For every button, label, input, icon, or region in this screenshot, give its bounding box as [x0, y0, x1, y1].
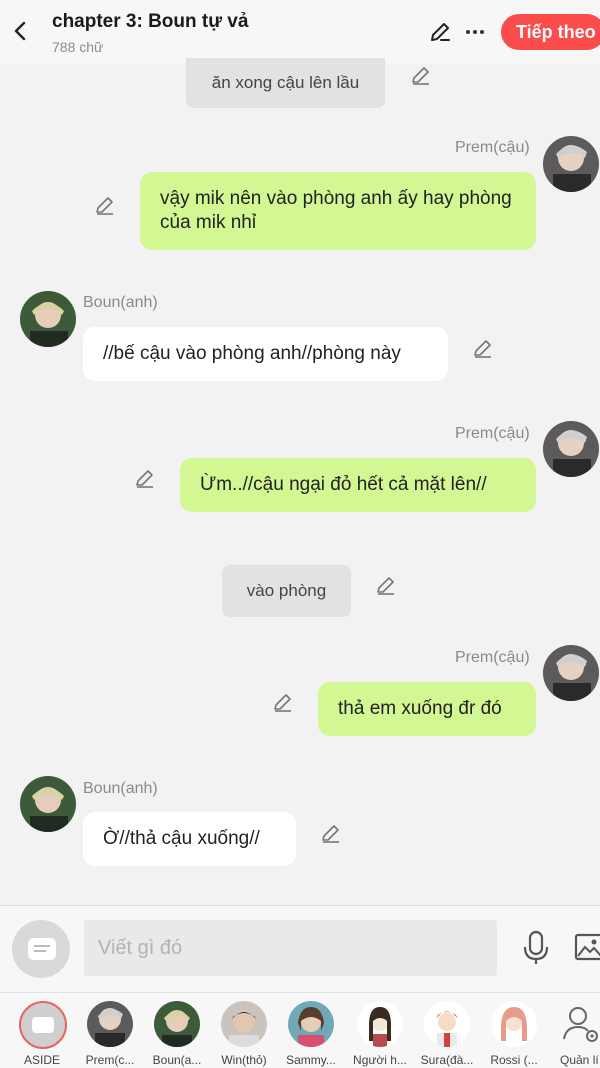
system-message[interactable]: ăn xong cậu lên lầu: [186, 58, 385, 108]
message-bubble[interactable]: Ừm..//cậu ngại đỏ hết cả mặt lên//: [180, 458, 536, 512]
character-label: Sura(đà...: [420, 1053, 474, 1067]
sender-name: Prem(cậu): [455, 649, 530, 666]
edit-message-icon[interactable]: [410, 64, 432, 86]
message-bubble[interactable]: vậy mik nên vào phòng anh ấy hay phòng c…: [140, 172, 536, 250]
edit-message-icon[interactable]: [375, 574, 397, 596]
character-selector: ASIDE Prem(c... Boun(a... Win(thỏ) Sammy…: [0, 993, 600, 1068]
edit-message-icon[interactable]: [472, 337, 494, 359]
aside-toggle-button[interactable]: [12, 920, 70, 978]
character-win[interactable]: Win(thỏ): [210, 993, 276, 1068]
character-prem[interactable]: Prem(c...: [76, 993, 142, 1068]
avatar-prem[interactable]: [543, 136, 599, 192]
sender-name: Prem(cậu): [455, 425, 530, 442]
back-arrow-icon[interactable]: [10, 20, 32, 42]
message-bubble[interactable]: //bế cậu vào phòng anh//phòng này: [83, 327, 448, 381]
character-nguoi-h[interactable]: Người h...: [346, 993, 412, 1068]
character-manage[interactable]: Quản lí: [547, 993, 600, 1068]
sender-name: Boun(anh): [83, 294, 158, 311]
character-label: Người h...: [353, 1053, 407, 1067]
manage-characters-icon: [563, 1007, 598, 1042]
top-bar: chapter 3: Boun tự vả 788 chữ Tiếp theo: [0, 0, 600, 64]
character-rossi[interactable]: Rossi (...: [480, 993, 546, 1068]
character-avatar: [288, 1001, 334, 1047]
microphone-icon[interactable]: [521, 930, 551, 966]
avatar-prem[interactable]: [543, 645, 599, 701]
edit-message-icon[interactable]: [320, 822, 342, 844]
more-options-icon[interactable]: [464, 22, 486, 42]
character-avatar: [491, 1001, 537, 1047]
avatar-boun[interactable]: [20, 291, 76, 347]
character-sura[interactable]: Sura(đà...: [413, 993, 479, 1068]
system-message[interactable]: vào phòng: [222, 565, 351, 617]
character-avatar: [87, 1001, 133, 1047]
character-aside[interactable]: ASIDE: [8, 993, 74, 1068]
avatar-prem[interactable]: [543, 421, 599, 477]
character-avatar: [424, 1001, 470, 1047]
message-bubble[interactable]: thả em xuống đr đó: [318, 682, 536, 736]
character-label: Prem(c...: [85, 1053, 135, 1067]
character-label: Boun(a...: [152, 1053, 202, 1067]
sender-name: Boun(anh): [83, 780, 158, 797]
chapter-title: chapter 3: Boun tự vả: [52, 11, 249, 32]
aside-selected-icon: [19, 1001, 67, 1049]
composer: Viết gì đó: [0, 906, 600, 992]
sender-name: Prem(cậu): [455, 139, 530, 156]
character-label: ASIDE: [23, 1053, 60, 1067]
edit-message-icon[interactable]: [94, 194, 116, 216]
character-label: Sammy...: [286, 1053, 336, 1067]
character-sammy[interactable]: Sammy...: [277, 993, 343, 1068]
character-avatar: [357, 1001, 403, 1047]
edit-message-icon[interactable]: [272, 691, 294, 713]
character-avatar: [154, 1001, 200, 1047]
avatar-boun[interactable]: [20, 776, 76, 832]
character-label: Quản lí: [560, 1053, 599, 1067]
edit-message-icon[interactable]: [134, 467, 156, 489]
message-input[interactable]: Viết gì đó: [84, 920, 497, 976]
chat-bubble-icon: [28, 938, 56, 960]
character-boun[interactable]: Boun(a...: [143, 993, 209, 1068]
edit-icon[interactable]: [428, 20, 452, 44]
message-bubble[interactable]: Ờ//thả cậu xuống//: [83, 812, 296, 866]
character-avatar: [221, 1001, 267, 1047]
character-label: Win(thỏ): [221, 1053, 267, 1067]
image-icon[interactable]: [574, 933, 600, 961]
word-count: 788 chữ: [52, 39, 104, 55]
character-label: Rossi (...: [490, 1053, 538, 1067]
next-chapter-button[interactable]: Tiếp theo: [501, 14, 600, 50]
